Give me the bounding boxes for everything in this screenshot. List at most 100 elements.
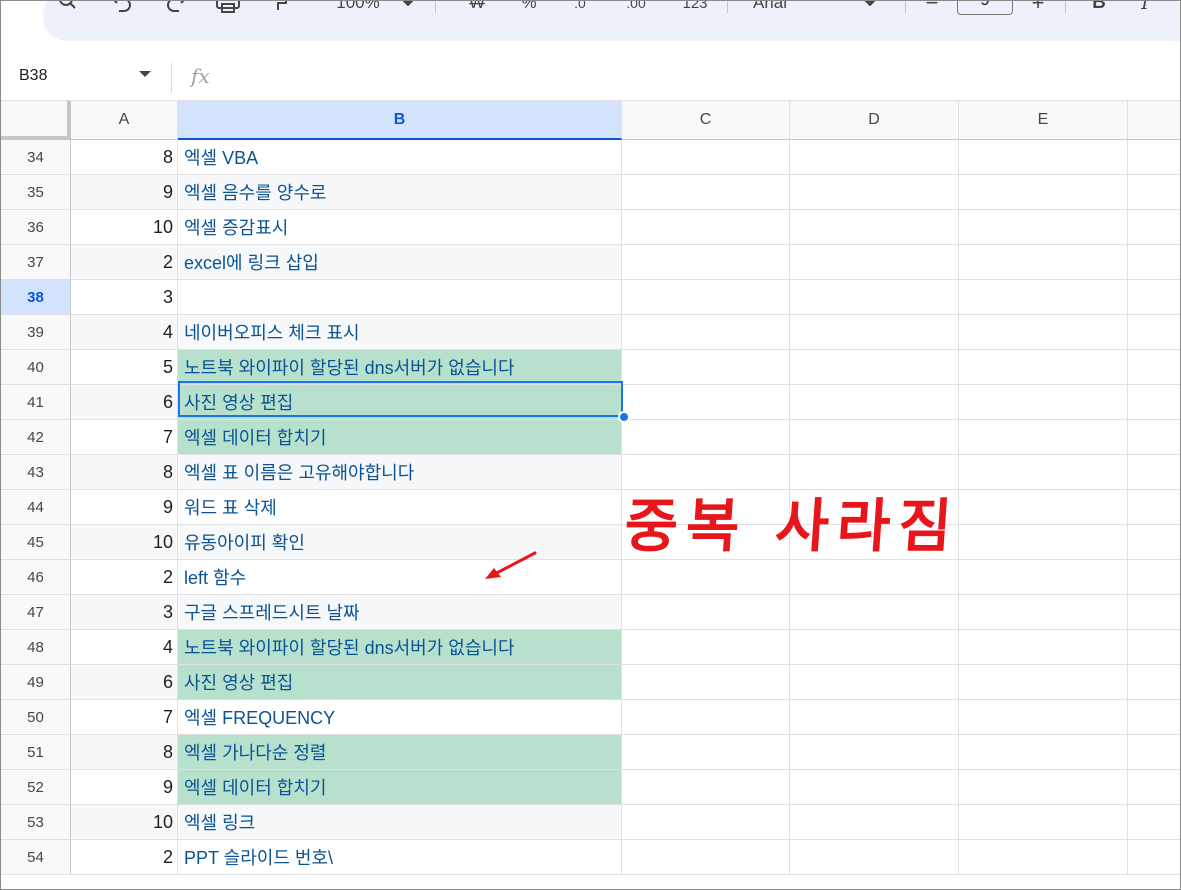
cell-a[interactable]: 6	[71, 665, 178, 700]
cell-a[interactable]: 4	[71, 315, 178, 350]
cell-d[interactable]	[790, 630, 959, 665]
cell-a[interactable]: 9	[71, 175, 178, 210]
search-icon[interactable]	[55, 1, 81, 17]
row-header[interactable]: 40	[1, 350, 71, 385]
cell-f[interactable]	[1128, 385, 1180, 420]
cell-c[interactable]	[622, 420, 790, 455]
cell-a[interactable]: 2	[71, 560, 178, 595]
cell-b[interactable]: 워드 표 삭제	[178, 490, 622, 525]
cell-b[interactable]: 노트북 와이파이 할당된 dns서버가 없습니다	[178, 630, 622, 665]
cell-e[interactable]	[959, 350, 1128, 385]
cell-a[interactable]: 8	[71, 455, 178, 490]
cell-d[interactable]	[790, 315, 959, 350]
cell-a[interactable]: 3	[71, 595, 178, 630]
cell-f[interactable]	[1128, 315, 1180, 350]
name-box[interactable]: B38	[19, 67, 47, 85]
cell-d[interactable]	[790, 735, 959, 770]
row-header[interactable]: 35	[1, 175, 71, 210]
cell-b[interactable]	[178, 280, 622, 315]
row-header[interactable]: 39	[1, 315, 71, 350]
cell-d[interactable]	[790, 140, 959, 175]
cell-d[interactable]	[790, 420, 959, 455]
cell-c[interactable]	[622, 700, 790, 735]
cell-d[interactable]	[790, 280, 959, 315]
column-header-e[interactable]: E	[959, 101, 1128, 140]
cell-d[interactable]	[790, 840, 959, 875]
decrease-font-size-button[interactable]: −	[917, 1, 947, 17]
cell-c[interactable]	[622, 630, 790, 665]
cell-f[interactable]	[1128, 175, 1180, 210]
cell-e[interactable]	[959, 280, 1128, 315]
font-family-select[interactable]: Arial	[743, 1, 863, 17]
cell-a[interactable]: 2	[71, 245, 178, 280]
cell-f[interactable]	[1128, 140, 1180, 175]
cell-b[interactable]: 엑셀 표 이름은 고유해야합니다	[178, 455, 622, 490]
row-header[interactable]: 47	[1, 595, 71, 630]
row-header[interactable]: 50	[1, 700, 71, 735]
bold-button[interactable]: B	[1087, 1, 1111, 17]
cell-f[interactable]	[1128, 805, 1180, 840]
row-header[interactable]: 36	[1, 210, 71, 245]
cell-e[interactable]	[959, 840, 1128, 875]
cell-f[interactable]	[1128, 420, 1180, 455]
cell-e[interactable]	[959, 385, 1128, 420]
cell-d[interactable]	[790, 665, 959, 700]
cell-b[interactable]: 엑셀 증감표시	[178, 210, 622, 245]
cell-b[interactable]: 엑셀 FREQUENCY	[178, 700, 622, 735]
cell-e[interactable]	[959, 490, 1128, 525]
cell-b[interactable]: 엑셀 데이터 합치기	[178, 420, 622, 455]
cell-c[interactable]	[622, 805, 790, 840]
cell-c[interactable]	[622, 840, 790, 875]
cell-b[interactable]: 노트북 와이파이 할당된 dns서버가 없습니다	[178, 350, 622, 385]
cell-e[interactable]	[959, 560, 1128, 595]
row-header[interactable]: 42	[1, 420, 71, 455]
paint-format-icon[interactable]	[265, 1, 291, 17]
cell-d[interactable]	[790, 210, 959, 245]
cell-a[interactable]: 8	[71, 140, 178, 175]
font-size-input[interactable]: 9	[957, 1, 1013, 15]
cell-c[interactable]	[622, 595, 790, 630]
cell-a[interactable]: 2	[71, 840, 178, 875]
zoom-select[interactable]: 100%	[323, 1, 393, 17]
cell-d[interactable]	[790, 175, 959, 210]
cell-c[interactable]	[622, 280, 790, 315]
cell-f[interactable]	[1128, 210, 1180, 245]
cell-e[interactable]	[959, 315, 1128, 350]
cell-e[interactable]	[959, 245, 1128, 280]
chevron-down-icon[interactable]	[139, 71, 151, 77]
italic-button[interactable]: I	[1133, 1, 1157, 17]
percent-format-button[interactable]: %	[517, 1, 541, 17]
cell-f[interactable]	[1128, 630, 1180, 665]
row-header[interactable]: 44	[1, 490, 71, 525]
cell-d[interactable]	[790, 560, 959, 595]
cell-a[interactable]: 7	[71, 420, 178, 455]
undo-icon[interactable]	[109, 1, 135, 17]
cell-c[interactable]	[622, 245, 790, 280]
cell-a[interactable]: 10	[71, 805, 178, 840]
cell-a[interactable]: 9	[71, 770, 178, 805]
cell-d[interactable]	[790, 350, 959, 385]
cell-b[interactable]: 엑셀 가나다순 정렬	[178, 735, 622, 770]
cell-f[interactable]	[1128, 280, 1180, 315]
fill-handle[interactable]	[618, 411, 630, 423]
cell-b[interactable]: 사진 영상 편집	[178, 385, 622, 420]
cell-f[interactable]	[1128, 665, 1180, 700]
cell-e[interactable]	[959, 700, 1128, 735]
decrease-decimal-button[interactable]: .0	[565, 1, 595, 17]
cell-e[interactable]	[959, 770, 1128, 805]
column-header-a[interactable]: A	[71, 101, 178, 140]
cell-e[interactable]	[959, 805, 1128, 840]
cell-d[interactable]	[790, 245, 959, 280]
cell-f[interactable]	[1128, 595, 1180, 630]
cell-c[interactable]	[622, 665, 790, 700]
column-header-d[interactable]: D	[790, 101, 959, 140]
cell-a[interactable]: 10	[71, 525, 178, 560]
cell-f[interactable]	[1128, 490, 1180, 525]
cell-b[interactable]: excel에 링크 삽입	[178, 245, 622, 280]
cell-c[interactable]	[622, 735, 790, 770]
cell-d[interactable]	[790, 595, 959, 630]
cell-b[interactable]: 엑셀 VBA	[178, 140, 622, 175]
cell-e[interactable]	[959, 630, 1128, 665]
cell-c[interactable]	[622, 315, 790, 350]
cell-b[interactable]: left 함수	[178, 560, 622, 595]
